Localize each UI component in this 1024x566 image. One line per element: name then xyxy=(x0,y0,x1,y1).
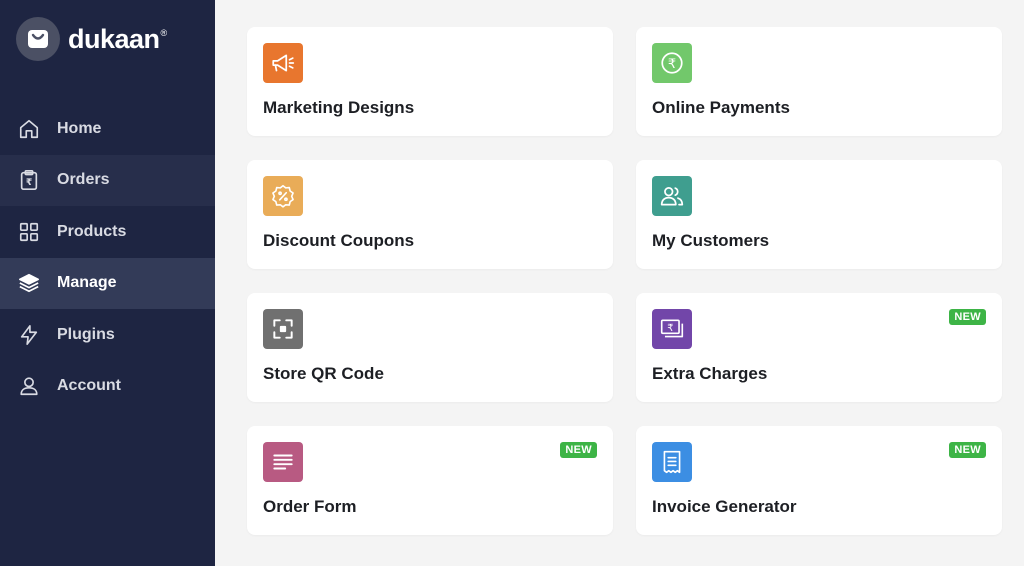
sidebar-nav: Home ₹ Orders Products Manage Plugins Ac… xyxy=(0,103,215,412)
discount-badge-icon xyxy=(263,176,303,216)
sidebar-item-plugins[interactable]: Plugins xyxy=(0,309,215,361)
form-lines-icon xyxy=(263,442,303,482)
card-order-form[interactable]: Order Form NEW xyxy=(247,426,613,535)
svg-text:₹: ₹ xyxy=(668,57,676,72)
card-online-payments[interactable]: ₹ Online Payments xyxy=(636,27,1002,136)
qr-scan-icon xyxy=(263,309,303,349)
sidebar-item-label: Products xyxy=(57,222,127,240)
rupee-note-icon: ₹ xyxy=(652,309,692,349)
sidebar-item-label: Home xyxy=(57,119,102,137)
receipt-icon xyxy=(652,442,692,482)
card-my-customers[interactable]: My Customers xyxy=(636,160,1002,269)
sidebar-item-label: Account xyxy=(57,377,121,395)
registered-mark: ® xyxy=(160,28,168,38)
layers-icon xyxy=(18,272,40,294)
card-discount-coupons[interactable]: Discount Coupons xyxy=(247,160,613,269)
card-title: Extra Charges xyxy=(652,364,768,383)
brand-name: dukaan xyxy=(68,23,160,54)
grid-icon xyxy=(18,221,40,243)
sidebar: dukaan ® Home ₹ Orders Products Manage P… xyxy=(0,0,215,566)
orders-clipboard-icon: ₹ xyxy=(18,169,40,191)
card-title: My Customers xyxy=(652,231,770,250)
card-extra-charges[interactable]: ₹ Extra Charges NEW xyxy=(636,293,1002,402)
svg-text:₹: ₹ xyxy=(26,177,32,188)
card-marketing-designs[interactable]: Marketing Designs xyxy=(247,27,613,136)
sidebar-item-home[interactable]: Home xyxy=(0,103,215,155)
card-title: Order Form xyxy=(263,497,357,516)
new-badge: NEW xyxy=(560,442,597,458)
card-title: Discount Coupons xyxy=(263,231,415,250)
main-content: Marketing Designs ₹ Online Payments Disc… xyxy=(215,0,1024,566)
card-title: Online Payments xyxy=(652,98,790,117)
rupee-circle-icon: ₹ xyxy=(652,43,692,83)
shopping-bag-icon xyxy=(16,17,60,61)
sidebar-item-label: Manage xyxy=(57,274,117,292)
dukaan-logo[interactable]: dukaan ® xyxy=(16,17,167,61)
card-title: Store QR Code xyxy=(263,364,384,383)
card-title: Marketing Designs xyxy=(263,98,415,117)
sidebar-item-label: Plugins xyxy=(57,325,115,343)
sidebar-item-label: Orders xyxy=(57,171,110,189)
card-invoice-generator[interactable]: Invoice Generator NEW xyxy=(636,426,1002,535)
user-icon xyxy=(18,375,40,397)
sidebar-item-account[interactable]: Account xyxy=(0,361,215,413)
lightning-icon xyxy=(18,324,40,346)
sidebar-item-orders[interactable]: ₹ Orders xyxy=(0,154,215,206)
new-badge: NEW xyxy=(949,442,986,458)
sidebar-item-products[interactable]: Products xyxy=(0,206,215,258)
home-icon xyxy=(18,118,40,140)
card-title: Invoice Generator xyxy=(652,497,797,516)
svg-text:₹: ₹ xyxy=(667,323,673,334)
megaphone-icon xyxy=(263,43,303,83)
users-icon xyxy=(652,176,692,216)
new-badge: NEW xyxy=(949,309,986,325)
sidebar-item-manage[interactable]: Manage xyxy=(0,257,215,309)
card-store-qr-code[interactable]: Store QR Code xyxy=(247,293,613,402)
